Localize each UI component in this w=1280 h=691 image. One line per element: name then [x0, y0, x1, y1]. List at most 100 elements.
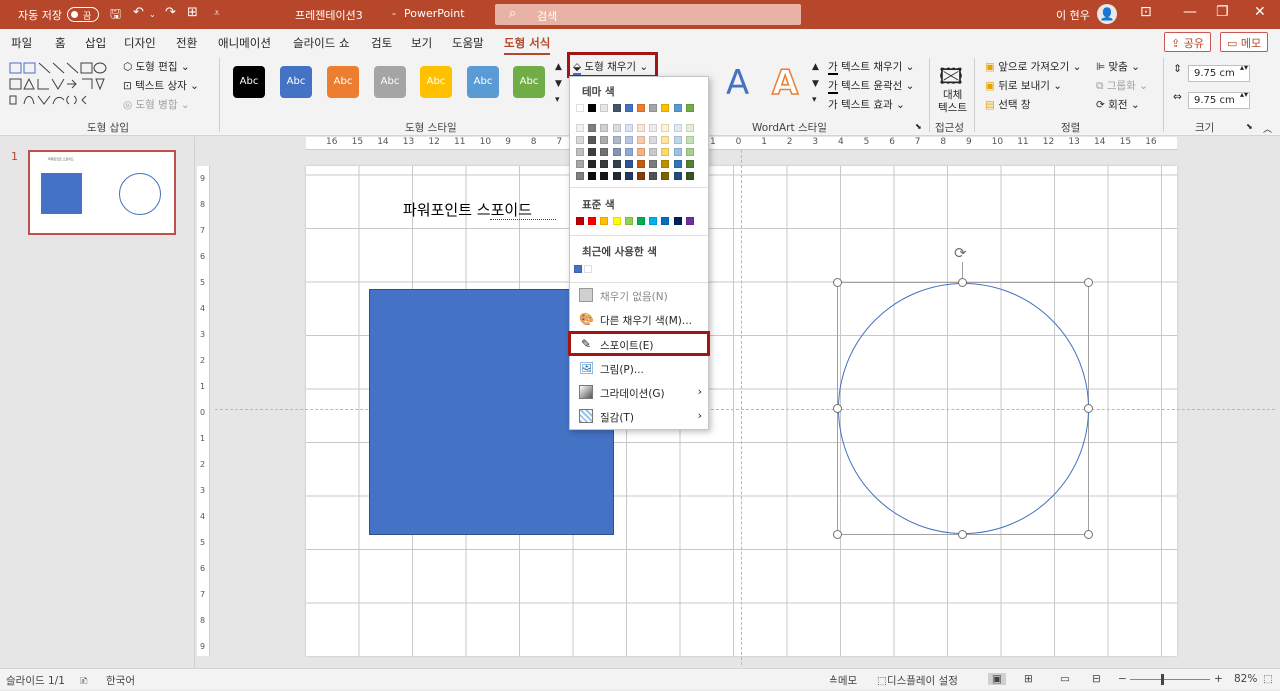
restore-icon[interactable]: ❐: [1216, 4, 1229, 20]
resize-handle-br[interactable]: [1084, 530, 1093, 539]
size-launcher-icon[interactable]: ⬊: [1246, 122, 1253, 131]
theme-shade-swatch[interactable]: [624, 124, 633, 132]
resize-handle-tr[interactable]: [1084, 278, 1093, 287]
gradient-item[interactable]: 그라데이션(G) ›: [570, 381, 708, 405]
theme-shade-swatch[interactable]: [588, 172, 597, 180]
collapse-ribbon-icon[interactable]: ︿: [1263, 122, 1272, 135]
wordart-more-icon[interactable]: ▾: [812, 95, 817, 105]
theme-shade-swatch[interactable]: [637, 148, 645, 156]
user-name[interactable]: 이 현우: [1056, 7, 1090, 23]
theme-shade-swatch[interactable]: [685, 160, 694, 168]
edit-shape-button[interactable]: ⬡ 도형 편집 ⌄: [123, 59, 190, 74]
theme-shade-swatch[interactable]: [673, 124, 682, 132]
theme-shade-swatch[interactable]: [661, 136, 670, 144]
theme-shade-swatch[interactable]: [624, 160, 633, 168]
autosave-toggle[interactable]: 끔: [67, 7, 99, 22]
theme-shade-swatch[interactable]: [685, 124, 694, 132]
theme-shade-swatch[interactable]: [588, 136, 597, 144]
theme-shade-swatch[interactable]: [661, 172, 670, 180]
theme-color-swatch[interactable]: [624, 104, 633, 112]
tab-animations[interactable]: 애니메이션: [218, 35, 271, 51]
theme-color-swatch[interactable]: [661, 104, 670, 112]
theme-shade-swatch[interactable]: [673, 172, 682, 180]
theme-shade-swatch[interactable]: [576, 136, 584, 144]
gallery-more-icon[interactable]: ▾: [555, 95, 560, 105]
theme-color-swatch[interactable]: [637, 104, 645, 112]
width-stepper-icon[interactable]: ▴▾: [1240, 90, 1248, 99]
theme-shade-swatch[interactable]: [685, 148, 694, 156]
tab-file[interactable]: 파일: [11, 35, 32, 51]
customize-icon[interactable]: ⩡: [214, 8, 220, 19]
save-icon[interactable]: 🖫: [110, 5, 121, 27]
tab-view[interactable]: 보기: [411, 35, 432, 51]
merge-shapes-button[interactable]: ◎ 도형 병합 ⌄: [123, 97, 190, 112]
undo-icon[interactable]: ↶: [133, 5, 144, 20]
theme-color-swatch[interactable]: [576, 104, 584, 112]
normal-view-icon[interactable]: ▣: [988, 673, 1006, 685]
theme-shade-swatch[interactable]: [649, 160, 658, 168]
theme-shade-swatch[interactable]: [649, 148, 658, 156]
zoom-out-icon[interactable]: −: [1118, 673, 1127, 685]
tab-help[interactable]: 도움말: [452, 35, 484, 51]
recent-color-swatch[interactable]: [584, 265, 592, 273]
undo-dropdown-icon[interactable]: ⌄: [149, 10, 156, 19]
slide-thumbnail[interactable]: 파워포인트 스포이드: [28, 150, 176, 235]
theme-shade-swatch[interactable]: [624, 136, 633, 144]
theme-shade-swatch[interactable]: [576, 160, 584, 168]
text-effects-button[interactable]: 가 텍스트 효과 ⌄: [828, 97, 905, 112]
standard-color-swatch[interactable]: [685, 217, 694, 225]
standard-color-swatch[interactable]: [649, 217, 658, 225]
theme-shade-swatch[interactable]: [637, 124, 645, 132]
theme-shade-swatch[interactable]: [612, 124, 621, 132]
theme-shade-swatch[interactable]: [576, 148, 584, 156]
standard-color-swatch[interactable]: [661, 217, 670, 225]
theme-color-swatch[interactable]: [673, 104, 682, 112]
tab-slideshow[interactable]: 슬라이드 쇼: [293, 35, 350, 51]
recent-color-swatch[interactable]: [574, 265, 582, 273]
reading-view-icon[interactable]: ▭: [1060, 673, 1070, 685]
close-icon[interactable]: ✕: [1254, 4, 1266, 20]
theme-shade-swatch[interactable]: [685, 136, 694, 144]
alt-text-label-2[interactable]: 텍스트: [938, 100, 967, 115]
style-preset-gray[interactable]: Abc: [374, 66, 406, 98]
theme-shade-swatch[interactable]: [612, 160, 621, 168]
rotate-button[interactable]: ⟳ 회전 ⌄: [1096, 97, 1140, 112]
wordart-down-icon[interactable]: ▼: [812, 79, 819, 89]
theme-shade-swatch[interactable]: [612, 148, 621, 156]
standard-color-swatch[interactable]: [612, 217, 621, 225]
fit-slide-icon[interactable]: ⬚: [1263, 673, 1273, 685]
gallery-up-icon[interactable]: ▲: [555, 62, 562, 72]
resize-handle-tl[interactable]: [833, 278, 842, 287]
gallery-down-icon[interactable]: ▼: [555, 79, 562, 89]
more-fill-colors-item[interactable]: 🎨 다른 채우기 색(M)...: [570, 308, 708, 332]
selection-pane-button[interactable]: ▤ 선택 창: [985, 97, 1031, 112]
zoom-slider-thumb[interactable]: [1161, 674, 1164, 685]
resize-handle-bl[interactable]: [833, 530, 842, 539]
zoom-level[interactable]: 82%: [1234, 673, 1257, 685]
style-preset-orange[interactable]: Abc: [327, 66, 359, 98]
resize-handle-b[interactable]: [958, 530, 967, 539]
send-backward-button[interactable]: ▣ 뒤로 보내기 ⌄: [985, 78, 1062, 93]
language[interactable]: 한국어: [106, 673, 135, 688]
slideshow-icon[interactable]: ⊞: [187, 5, 198, 20]
circle-shape[interactable]: [838, 283, 1089, 534]
bring-forward-button[interactable]: ▣ 앞으로 가져오기 ⌄: [985, 59, 1081, 74]
rotate-handle-icon[interactable]: ⟳: [954, 244, 967, 262]
resize-handle-r[interactable]: [1084, 404, 1093, 413]
theme-shade-swatch[interactable]: [588, 124, 597, 132]
theme-shade-swatch[interactable]: [600, 136, 609, 144]
theme-shade-swatch[interactable]: [600, 124, 609, 132]
style-preset-green[interactable]: Abc: [513, 66, 545, 98]
height-stepper-icon[interactable]: ▴▾: [1240, 63, 1248, 72]
theme-shade-swatch[interactable]: [576, 172, 584, 180]
theme-color-swatch[interactable]: [588, 104, 597, 112]
slide-sorter-icon[interactable]: ⊞: [1024, 673, 1033, 685]
avatar[interactable]: 👤: [1097, 4, 1117, 24]
standard-color-swatch[interactable]: [600, 217, 609, 225]
tab-review[interactable]: 검토: [371, 35, 392, 51]
style-preset-blue[interactable]: Abc: [280, 66, 312, 98]
zoom-slider-track[interactable]: [1130, 679, 1210, 680]
tab-shape-format[interactable]: 도형 서식: [504, 35, 551, 55]
standard-color-swatch[interactable]: [576, 217, 584, 225]
standard-color-swatch[interactable]: [624, 217, 633, 225]
